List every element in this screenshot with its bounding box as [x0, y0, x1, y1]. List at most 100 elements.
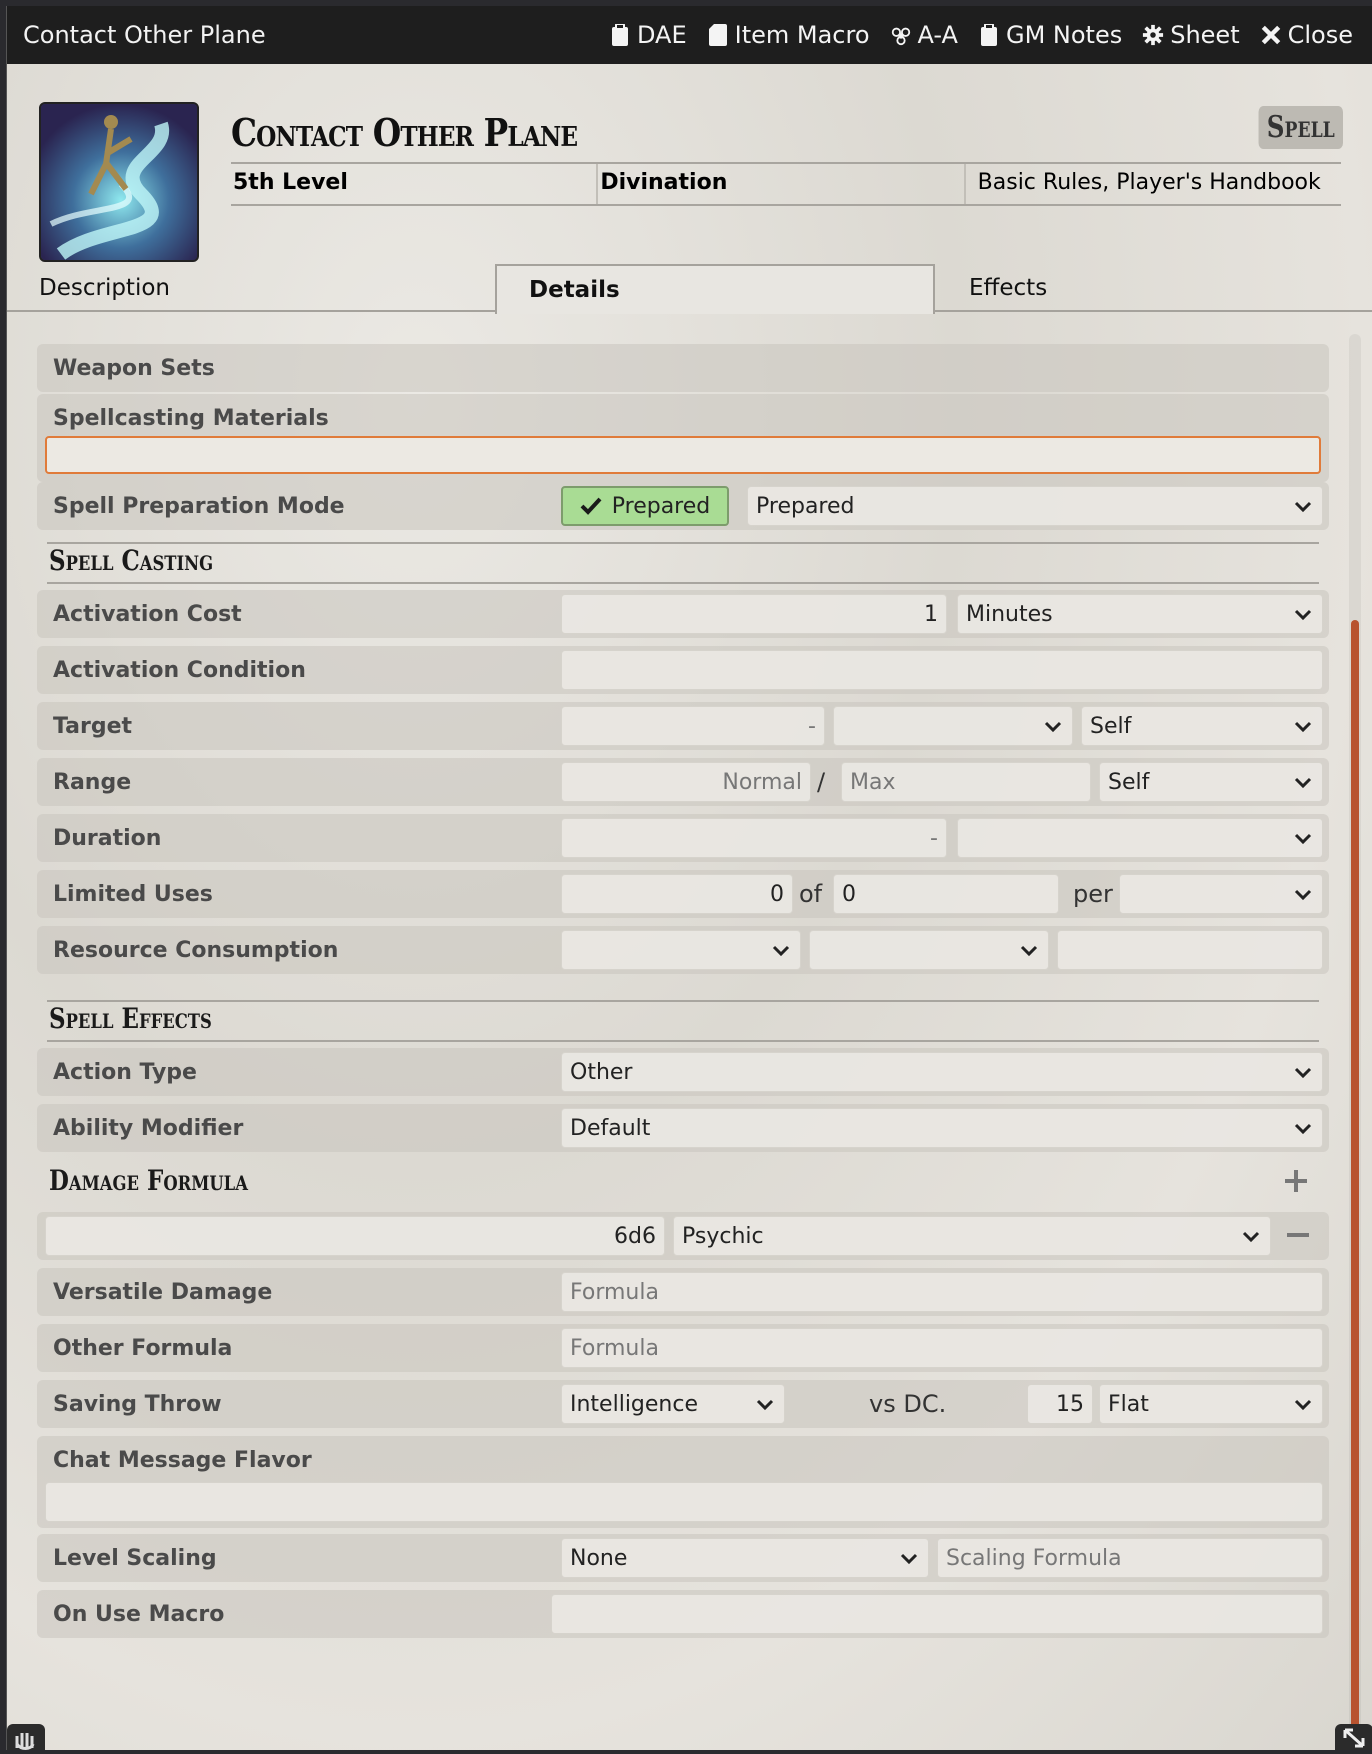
- resource-type-select[interactable]: [561, 930, 801, 970]
- close-icon: [1261, 25, 1280, 45]
- versatile-damage-input[interactable]: Formula: [561, 1272, 1323, 1312]
- resource-target-select[interactable]: [809, 930, 1049, 970]
- dae-label: DAE: [636, 21, 687, 49]
- damage-formula-heading: Damage Formula: [49, 1164, 248, 1197]
- range-separator: /: [817, 768, 826, 796]
- add-damage-icon[interactable]: [1283, 1168, 1309, 1194]
- resource-amount-input[interactable]: [1057, 930, 1323, 970]
- item-summary: 5th Level Divination Basic Rules, Player…: [231, 162, 1341, 206]
- sheet-body: Contact Other Plane Spell 5th Level Divi…: [7, 64, 1372, 1750]
- sheet-button[interactable]: Sheet: [1142, 21, 1240, 49]
- chevron-down-icon: [1294, 501, 1312, 513]
- chevron-down-icon: [1294, 721, 1312, 733]
- activation-cost-label: Activation Cost: [53, 601, 242, 627]
- item-portrait[interactable]: [39, 102, 199, 262]
- scrollbar-thumb[interactable]: [1351, 620, 1359, 1740]
- window-header[interactable]: Contact Other Plane DAE Item Macro A-A G…: [7, 6, 1372, 64]
- activation-unit-value: Minutes: [966, 601, 1053, 627]
- save-vs-dc-label: vs DC.: [869, 1390, 947, 1418]
- save-ability-value: Intelligence: [570, 1391, 699, 1417]
- prepared-toggle[interactable]: Prepared: [561, 486, 729, 526]
- item-type-badge: Spell: [1258, 106, 1343, 149]
- prepared-toggle-label: Prepared: [611, 493, 711, 519]
- duration-value-input[interactable]: -: [561, 818, 947, 858]
- spell-effects-heading: Spell Effects: [49, 1002, 212, 1035]
- ability-modifier-label: Ability Modifier: [53, 1115, 244, 1141]
- save-scaling-select[interactable]: Flat: [1099, 1384, 1323, 1424]
- sheet-label: Sheet: [1170, 21, 1240, 49]
- divider: [47, 1000, 1319, 1002]
- weapon-sets-row[interactable]: [37, 344, 1329, 392]
- damage-type-value: Psychic: [682, 1223, 764, 1249]
- spell-school[interactable]: Divination: [598, 164, 966, 204]
- chevron-down-icon: [900, 1553, 918, 1565]
- tab-effects[interactable]: Effects: [937, 264, 1372, 312]
- scaling-formula-input[interactable]: Scaling Formula: [937, 1538, 1323, 1578]
- range-unit-select[interactable]: Self: [1099, 762, 1323, 802]
- prep-mode-value: Prepared: [756, 493, 855, 519]
- ability-modifier-select[interactable]: Default: [561, 1108, 1323, 1148]
- spell-level[interactable]: 5th Level: [231, 164, 599, 204]
- gm-notes-button[interactable]: GM Notes: [978, 21, 1122, 49]
- automated-animations-label: A-A: [917, 21, 958, 49]
- resize-handle-icon[interactable]: [1335, 1724, 1372, 1750]
- weapon-sets-label: Weapon Sets: [53, 355, 215, 381]
- other-formula-input[interactable]: Formula: [561, 1328, 1323, 1368]
- activation-cost-input[interactable]: 1: [561, 594, 947, 634]
- action-type-value: Other: [570, 1059, 633, 1085]
- activation-condition-input[interactable]: [561, 650, 1323, 690]
- tab-details[interactable]: Details: [495, 264, 935, 314]
- chevron-down-icon: [772, 945, 790, 957]
- range-normal-input[interactable]: Normal: [561, 762, 811, 802]
- duration-unit-select[interactable]: [957, 818, 1323, 858]
- hand-icon: [7, 1724, 45, 1750]
- automated-animations-button[interactable]: A-A: [890, 21, 958, 49]
- range-unit-value: Self: [1108, 769, 1150, 795]
- level-scaling-select[interactable]: None: [561, 1538, 929, 1578]
- materials-label: Spellcasting Materials: [53, 405, 329, 431]
- on-use-macro-input[interactable]: [551, 1594, 1323, 1634]
- save-dc-input[interactable]: 15: [1027, 1384, 1093, 1424]
- save-ability-select[interactable]: Intelligence: [561, 1384, 785, 1424]
- window-title: Contact Other Plane: [23, 21, 266, 49]
- chevron-down-icon: [1294, 609, 1312, 621]
- save-scaling-value: Flat: [1108, 1391, 1149, 1417]
- target-units-select[interactable]: [833, 706, 1073, 746]
- prep-mode-select[interactable]: Prepared: [747, 486, 1323, 526]
- remove-damage-icon[interactable]: [1285, 1222, 1311, 1248]
- uses-per-label: per: [1073, 880, 1113, 908]
- chat-flavor-label: Chat Message Flavor: [53, 1447, 312, 1473]
- damage-formula-input[interactable]: 6d6: [45, 1216, 665, 1256]
- target-type-value: Self: [1090, 713, 1132, 739]
- item-macro-button[interactable]: Item Macro: [707, 21, 870, 49]
- target-type-select[interactable]: Self: [1081, 706, 1323, 746]
- uses-period-select[interactable]: [1119, 874, 1323, 914]
- materials-input[interactable]: [45, 436, 1321, 474]
- range-max-input[interactable]: Max: [841, 762, 1091, 802]
- chevron-down-icon: [1294, 1123, 1312, 1135]
- divider: [47, 1040, 1319, 1042]
- divider: [47, 542, 1319, 544]
- tab-description[interactable]: Description: [7, 264, 495, 312]
- chevron-down-icon: [1294, 1399, 1312, 1411]
- dae-button[interactable]: DAE: [609, 21, 687, 49]
- sd-card-icon: [708, 24, 727, 46]
- action-type-label: Action Type: [53, 1059, 197, 1085]
- close-button[interactable]: Close: [1260, 21, 1353, 49]
- uses-max-input[interactable]: 0: [833, 874, 1059, 914]
- activation-unit-select[interactable]: Minutes: [957, 594, 1323, 634]
- action-type-select[interactable]: Other: [561, 1052, 1323, 1092]
- damage-type-select[interactable]: Psychic: [673, 1216, 1271, 1256]
- spell-casting-heading: Spell Casting: [49, 544, 214, 577]
- uses-value-input[interactable]: 0: [561, 874, 793, 914]
- saving-throw-label: Saving Throw: [53, 1391, 222, 1417]
- chevron-down-icon: [1294, 777, 1312, 789]
- chevron-down-icon: [1294, 889, 1312, 901]
- chat-flavor-input[interactable]: [45, 1482, 1323, 1522]
- sheet-tabs: Description Details Effects: [7, 264, 1372, 314]
- item-name[interactable]: Contact Other Plane: [231, 110, 578, 155]
- target-value-input[interactable]: -: [561, 706, 825, 746]
- spell-source[interactable]: Basic Rules, Player's Handbook: [966, 164, 1341, 204]
- item-macro-label: Item Macro: [734, 21, 870, 49]
- clipboard-icon: [611, 24, 628, 46]
